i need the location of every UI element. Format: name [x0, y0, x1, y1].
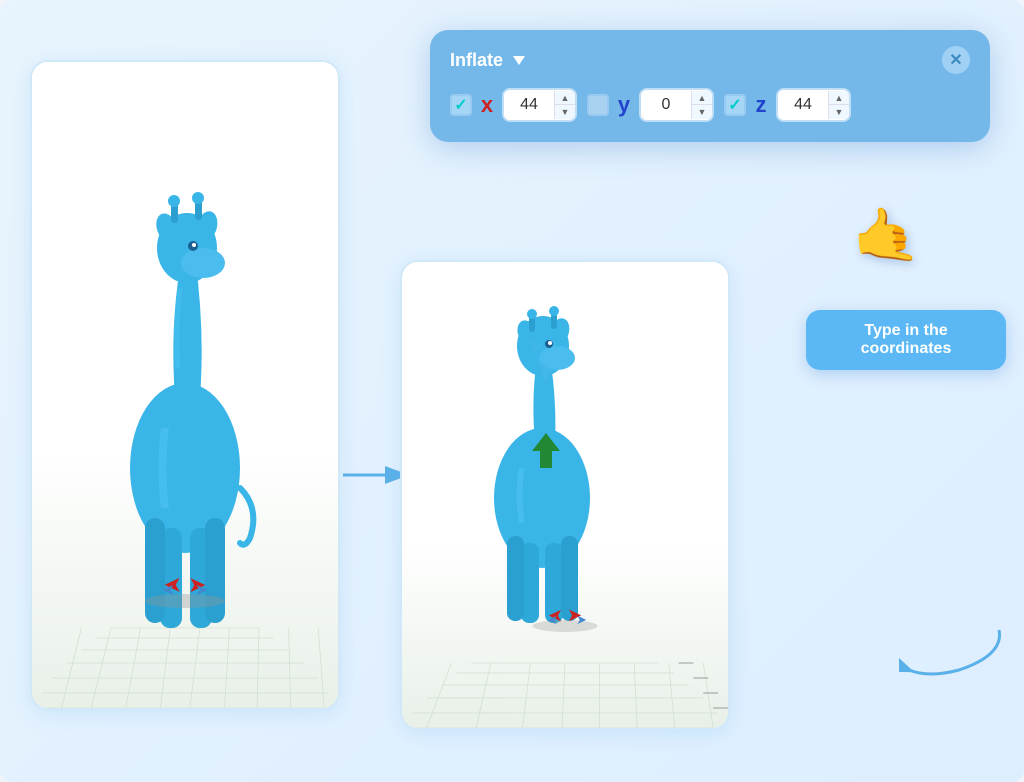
giraffe-left: [85, 128, 285, 648]
right-giraffe-scene: ➤ ➤ ➤ ➤: [402, 262, 728, 728]
y-input[interactable]: [641, 90, 691, 120]
z-increment[interactable]: ▲: [829, 91, 849, 105]
y-coord-item: y ▲ ▼: [587, 88, 714, 122]
x-input[interactable]: [504, 90, 554, 120]
y-increment[interactable]: ▲: [692, 91, 712, 105]
blue-arrows-left: ➤ ➤: [162, 580, 209, 600]
inflate-title: Inflate: [450, 50, 525, 71]
coordinates-row: x ▲ ▼ y ▲ ▼: [450, 88, 970, 122]
tooltip-bubble: Type in the coordinates: [806, 310, 1006, 370]
x-spinners: ▲ ▼: [554, 91, 575, 119]
z-spinners: ▲ ▼: [828, 91, 849, 119]
x-increment[interactable]: ▲: [555, 91, 575, 105]
z-input-group: ▲ ▼: [776, 88, 851, 122]
x-coord-item: x ▲ ▼: [450, 88, 577, 122]
x-decrement[interactable]: ▼: [555, 105, 575, 119]
z-coord-item: z ▲ ▼: [724, 88, 851, 122]
z-label: z: [752, 92, 770, 118]
blue-arrows-right: ➤ ➤: [547, 612, 587, 628]
x-label: x: [478, 92, 496, 118]
close-icon: ✕: [949, 50, 962, 70]
right-giraffe-panel: ➤ ➤ ➤ ➤: [400, 260, 730, 730]
y-decrement[interactable]: ▼: [692, 105, 712, 119]
inflate-panel: Inflate ✕ x ▲ ▼: [430, 30, 990, 142]
inflate-title-text: Inflate: [450, 50, 503, 71]
close-button[interactable]: ✕: [942, 46, 970, 74]
z-input[interactable]: [778, 90, 828, 120]
y-label: y: [615, 92, 633, 118]
inflate-header: Inflate ✕: [450, 46, 970, 74]
z-checkbox[interactable]: [724, 94, 746, 116]
hand-cursor-icon: 🤙: [849, 202, 921, 271]
y-spinners: ▲ ▼: [691, 91, 712, 119]
up-arrow-green: [532, 433, 560, 473]
z-decrement[interactable]: ▼: [829, 105, 849, 119]
left-giraffe-panel: ➤ ➤ ➤ ➤: [30, 60, 340, 710]
return-arrow: [899, 620, 1009, 685]
tooltip-text: Type in the coordinates: [861, 322, 952, 357]
x-input-group: ▲ ▼: [502, 88, 577, 122]
y-input-group: ▲ ▼: [639, 88, 714, 122]
dropdown-icon[interactable]: [513, 56, 525, 65]
left-giraffe-scene: ➤ ➤ ➤ ➤: [32, 62, 338, 708]
x-checkbox[interactable]: [450, 94, 472, 116]
y-checkbox[interactable]: [587, 94, 609, 116]
main-container: ➤ ➤ ➤ ➤: [0, 0, 1024, 782]
